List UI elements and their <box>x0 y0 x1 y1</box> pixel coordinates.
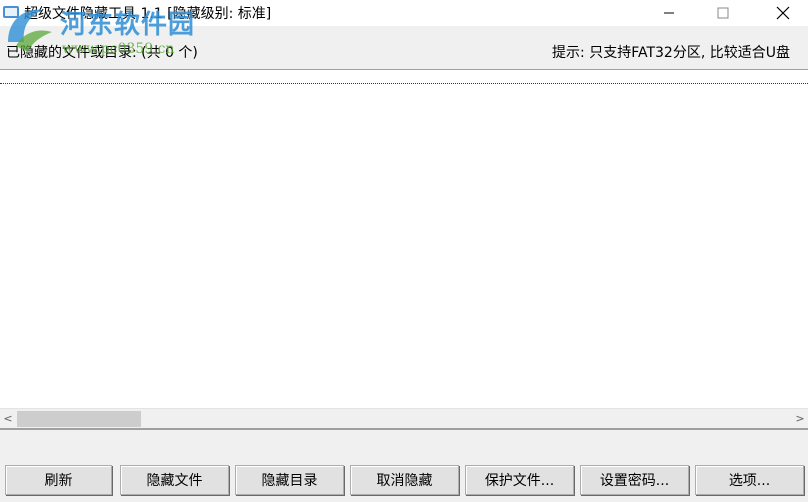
minimize-icon <box>664 12 674 14</box>
close-button[interactable] <box>760 0 806 26</box>
unhide-button[interactable]: 取消隐藏 <box>350 465 459 495</box>
close-icon <box>776 6 790 20</box>
options-button[interactable]: 选项... <box>695 465 804 495</box>
scroll-right-icon[interactable]: > <box>792 409 808 428</box>
horizontal-scrollbar[interactable]: < > <box>0 408 808 428</box>
watermark-url: www.pc0359.cn <box>62 41 175 57</box>
list-divider <box>0 83 808 84</box>
scroll-thumb[interactable] <box>17 411 141 427</box>
maximize-button[interactable] <box>700 0 746 26</box>
hint-label: 提示: 只支持FAT32分区, 比较适合U盘 <box>552 45 790 61</box>
watermark-logo-icon <box>2 2 58 56</box>
hidden-items-list[interactable] <box>0 71 808 408</box>
scroll-left-icon[interactable]: < <box>0 409 16 428</box>
hide-file-button[interactable]: 隐藏文件 <box>120 465 229 495</box>
button-panel: 刷新 隐藏文件 隐藏目录 取消隐藏 保护文件... 设置密码... 选项... <box>0 428 808 502</box>
protect-file-button[interactable]: 保护文件... <box>465 465 574 495</box>
refresh-button[interactable]: 刷新 <box>5 465 112 495</box>
set-password-button[interactable]: 设置密码... <box>580 465 689 495</box>
minimize-button[interactable] <box>646 0 692 26</box>
watermark-text: 河东软件园 <box>60 10 196 40</box>
hide-directory-button[interactable]: 隐藏目录 <box>235 465 344 495</box>
maximize-icon <box>717 7 729 19</box>
